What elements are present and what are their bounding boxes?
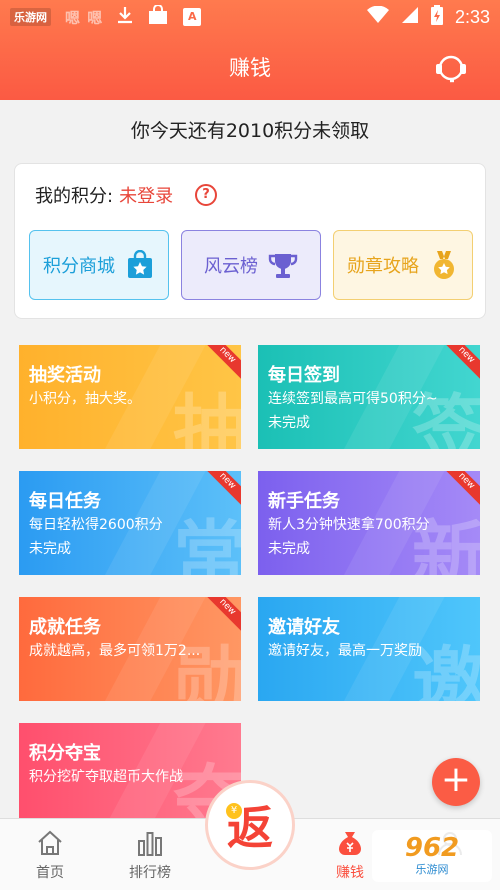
bar-chart-icon [136, 829, 164, 857]
nav-ranking-label: 排行榜 [129, 865, 171, 881]
task-card-lottery[interactable]: 抽 抽奖活动 小积分，抽大奖。 new [19, 345, 241, 449]
add-button[interactable]: + [432, 758, 480, 806]
trophy-icon [268, 250, 298, 280]
site-logo-number: 962 [404, 833, 460, 863]
task-title: 每日任务 [29, 491, 101, 512]
medal-guide-button[interactable]: 勋章攻略 [333, 230, 473, 300]
rebate-glyph: 返 [227, 801, 273, 855]
login-status-link[interactable]: 未登录 [119, 182, 173, 208]
new-badge: new [201, 597, 241, 634]
task-title: 新手任务 [268, 491, 340, 512]
task-card-daily-task[interactable]: 常 每日任务 每日轻松得2600积分 未完成 new [19, 471, 241, 575]
leaderboard-button[interactable]: 风云榜 [181, 230, 321, 300]
task-bg-glyph: 邀 [412, 639, 480, 701]
new-badge: new [440, 345, 480, 382]
rebate-center-button[interactable]: ¥ 返 [205, 780, 295, 870]
leaderboard-label: 风云榜 [204, 256, 258, 277]
task-subtitle: 邀请好友，最高一万奖励 [268, 643, 422, 659]
task-subtitle: 积分挖矿夺取超币大作战 [29, 769, 183, 785]
task-card-daily-checkin[interactable]: 签 每日签到 连续签到最高可得50积分~ 未完成 new [258, 345, 480, 449]
task-card-newbie-task[interactable]: 新 新手任务 新人3分钟快速拿700积分 未完成 new [258, 471, 480, 575]
task-bg-glyph: 抽 [173, 387, 241, 449]
download-icon [117, 6, 133, 28]
money-bag-icon [336, 829, 364, 857]
task-card-achievement[interactable]: 勋 成就任务 成就越高，最多可领1万2... new [19, 597, 241, 701]
status-bar: 乐游网 嗯 嗯 A 2:33 [0, 0, 500, 34]
help-icon[interactable]: ? [195, 184, 218, 206]
task-subtitle: 连续签到最高可得50积分~ [268, 391, 438, 407]
new-badge: new [201, 345, 241, 382]
nav-home[interactable]: 首页 [0, 819, 100, 890]
points-mall-label: 积分商城 [43, 256, 115, 277]
notification-text: 嗯 嗯 [65, 8, 104, 27]
shopping-bag-star-icon [125, 249, 155, 280]
task-subtitle: 小积分，抽大奖。 [29, 391, 141, 407]
task-title: 邀请好友 [268, 617, 340, 638]
coin-icon: ¥ [226, 803, 242, 819]
task-subtitle: 每日轻松得2600积分 [29, 517, 163, 533]
points-mall-button[interactable]: 积分商城 [29, 230, 169, 300]
task-title: 每日签到 [268, 365, 340, 386]
my-points-label: 我的积分: [35, 186, 114, 207]
task-title: 成就任务 [29, 617, 101, 638]
points-card: 我的积分: 未登录 ? 积分商城 风云榜 勋章攻略 [14, 163, 486, 319]
customer-service-icon[interactable] [434, 51, 468, 85]
wifi-icon [366, 5, 389, 28]
header: 乐游网 嗯 嗯 A 2:33 赚钱 [0, 0, 500, 100]
task-status: 未完成 [29, 541, 71, 557]
battery-icon [430, 5, 443, 29]
title-bar: 赚钱 [0, 34, 500, 100]
nav-home-label: 首页 [36, 865, 64, 881]
page-title: 赚钱 [229, 56, 271, 80]
new-badge: new [440, 471, 480, 508]
signal-icon [401, 6, 419, 28]
unclaimed-points-notice: 你今天还有2010积分未领取 [130, 120, 370, 142]
task-title: 抽奖活动 [29, 365, 101, 386]
shopping-bag-icon [147, 4, 169, 29]
site-logo-text: 乐游网 [415, 863, 449, 876]
task-subtitle: 成就越高，最多可领1万2... [29, 643, 201, 659]
task-title: 积分夺宝 [29, 743, 101, 764]
task-subtitle: 新人3分钟快速拿700积分 [268, 517, 430, 533]
clock: 2:33 [454, 6, 490, 27]
watermark: 乐游网 [10, 8, 51, 26]
task-card-invite-friends[interactable]: 邀 邀请好友 邀请好友，最高一万奖励 [258, 597, 480, 701]
medal-guide-label: 勋章攻略 [347, 256, 419, 277]
task-status: 未完成 [268, 415, 310, 431]
task-status: 未完成 [268, 541, 310, 557]
app-badge-icon: A [183, 8, 202, 26]
nav-ranking[interactable]: 排行榜 [100, 819, 200, 890]
my-points-row: 我的积分: 未登录 ? [35, 182, 218, 208]
home-icon [36, 829, 64, 857]
new-badge: new [201, 471, 241, 508]
task-card-points-treasure[interactable]: 夺 积分夺宝 积分挖矿夺取超币大作战 [19, 723, 241, 819]
site-watermark-logo: 962 乐游网 [372, 830, 492, 882]
medal-icon [429, 250, 459, 280]
task-bg-glyph: 常 [173, 513, 241, 575]
